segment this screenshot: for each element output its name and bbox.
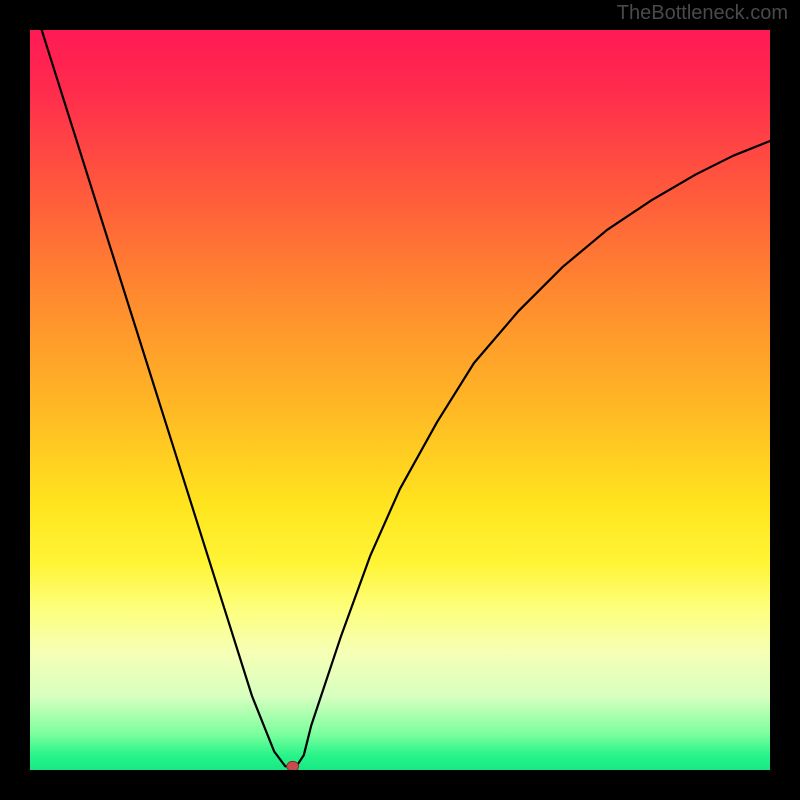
watermark-text: TheBottleneck.com [617,2,788,25]
optimal-point-marker [287,761,299,770]
plot-area [30,30,770,770]
curve-svg [30,30,770,770]
bottleneck-curve [30,30,770,766]
